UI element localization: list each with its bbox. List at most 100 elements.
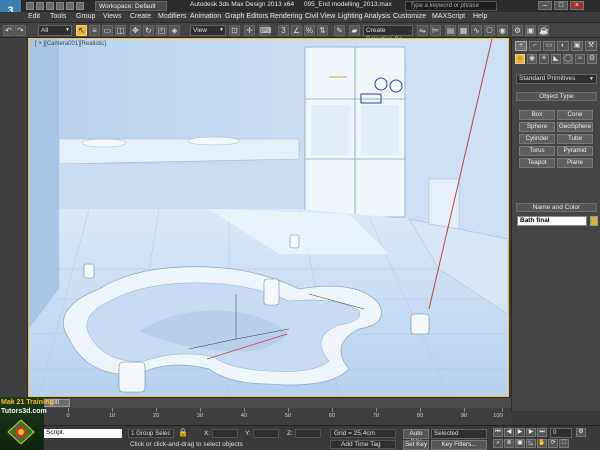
close-button[interactable]: ×	[570, 1, 584, 10]
object-name-field[interactable]: Bath final	[517, 216, 587, 226]
set-key-button[interactable]: Set Key	[403, 440, 429, 450]
modify-tab[interactable]: ⌐	[529, 41, 541, 51]
geosphere-button[interactable]: GeoSphere	[557, 122, 593, 132]
current-frame-field[interactable]: 0	[550, 428, 572, 438]
search-input[interactable]: Type a keyword or phrase	[405, 1, 497, 11]
space-warps-icon[interactable]: ≈	[575, 54, 585, 64]
layer-manager-icon[interactable]: ▤	[445, 25, 456, 36]
time-slider[interactable]: 0 / 100	[28, 397, 511, 408]
percent-snap-icon[interactable]: %	[304, 25, 315, 36]
save-file-icon[interactable]	[46, 2, 54, 10]
named-selection-icon[interactable]: ▰	[349, 25, 360, 36]
torus-button[interactable]: Torus	[519, 146, 555, 156]
render-setup-icon[interactable]: ⚙	[512, 25, 523, 36]
create-tab[interactable]: +	[515, 41, 527, 51]
motion-tab[interactable]: ◐	[557, 41, 569, 51]
key-filters-button[interactable]: Key Filters...	[431, 440, 487, 450]
cone-button[interactable]: Cone	[557, 110, 593, 120]
menu-create[interactable]: Create	[130, 13, 151, 20]
selection-filter-dropdown[interactable]: All ▼	[38, 25, 72, 36]
geometry-icon[interactable]: ○	[515, 54, 525, 64]
previous-frame-icon[interactable]: ◀	[504, 428, 514, 437]
viewport-label[interactable]: [ + ][Camera001][Realistic]	[35, 41, 106, 47]
object-type-rollout-header[interactable]: Object Type	[516, 92, 597, 101]
object-color-swatch[interactable]	[590, 216, 598, 226]
menu-animation[interactable]: Animation	[190, 13, 221, 20]
z-coord-field[interactable]	[295, 429, 321, 438]
auto-key-button[interactable]: Auto Key	[403, 429, 429, 445]
box-button[interactable]: Box	[519, 110, 555, 120]
maxscript-listener-field[interactable]: Script.	[44, 429, 122, 438]
menu-modifiers[interactable]: Modifiers	[158, 13, 186, 20]
play-icon[interactable]: ▶	[515, 428, 525, 437]
open-file-icon[interactable]	[36, 2, 44, 10]
rotate-icon[interactable]: ↻	[143, 25, 154, 36]
camera-viewport[interactable]: [ + ][Camera001][Realistic]	[28, 38, 509, 397]
teapot-button[interactable]: Teapot	[519, 158, 555, 168]
lock-selection-icon[interactable]: 🔒	[178, 428, 188, 437]
undo-icon[interactable]: ↶	[3, 25, 14, 36]
tube-button[interactable]: Tube	[557, 134, 593, 144]
pan-icon[interactable]: ✋	[537, 439, 547, 448]
goto-end-icon[interactable]: ⏭	[537, 428, 547, 437]
zoom-icon[interactable]: ⌕	[493, 439, 503, 448]
undo-icon[interactable]	[56, 2, 64, 10]
menu-help[interactable]: Help	[473, 13, 487, 20]
menu-edit[interactable]: Edit	[28, 13, 40, 20]
x-coord-field[interactable]	[212, 429, 238, 438]
named-selection-sets-dropdown[interactable]: Create Selection Se	[363, 25, 413, 43]
hierarchy-tab[interactable]: ▭	[543, 41, 555, 51]
field-of-view-icon[interactable]: ◺	[526, 439, 536, 448]
maximize-viewport-icon[interactable]: ⛶	[559, 439, 569, 448]
menu-civil-view[interactable]: Civil View	[305, 13, 335, 20]
systems-icon[interactable]: ⚙	[587, 54, 597, 64]
edit-named-selection-icon[interactable]: ✎	[334, 25, 345, 36]
window-crossing-icon[interactable]: ◫	[115, 25, 126, 36]
rendered-frame-window-icon[interactable]: ▣	[525, 25, 536, 36]
time-config-icon[interactable]: ⚙	[576, 428, 586, 437]
minimize-button[interactable]: –	[538, 1, 552, 10]
goto-start-icon[interactable]: ⏮	[493, 428, 503, 437]
display-tab[interactable]: ▣	[571, 41, 583, 51]
shapes-icon[interactable]: ◉	[527, 54, 537, 64]
material-editor-icon[interactable]: ◉	[497, 25, 508, 36]
track-bar[interactable]: 0 10 20 30 40 50 60 70 80 90 100	[28, 408, 511, 425]
menu-views[interactable]: Views	[103, 13, 122, 20]
zoom-all-icon[interactable]: ⊕	[504, 439, 514, 448]
orbit-icon[interactable]: ⟳	[548, 439, 558, 448]
sphere-button[interactable]: Sphere	[519, 122, 555, 132]
menu-group[interactable]: Group	[76, 13, 95, 20]
selection-region-icon[interactable]: ▭	[102, 25, 113, 36]
select-by-name-icon[interactable]: ≡	[89, 25, 100, 36]
menu-maxscript[interactable]: MAXScript	[432, 13, 465, 20]
reference-coordinate-dropdown[interactable]: View ▼	[190, 25, 226, 36]
y-coord-field[interactable]	[253, 429, 279, 438]
spinner-snap-icon[interactable]: ⇅	[317, 25, 328, 36]
select-manipulate-icon[interactable]: ✛	[244, 25, 255, 36]
scale-icon[interactable]: ◰	[156, 25, 167, 36]
move-icon[interactable]: ✥	[130, 25, 141, 36]
redo-icon[interactable]: ↷	[15, 25, 26, 36]
redo-icon[interactable]	[66, 2, 74, 10]
angle-snap-icon[interactable]: ∠	[291, 25, 302, 36]
snaps-toggle-icon[interactable]: 3	[278, 25, 289, 36]
select-object-icon[interactable]: ↖	[76, 25, 87, 36]
name-and-color-rollout-header[interactable]: Name and Color	[516, 203, 597, 212]
zoom-extents-icon[interactable]: ▣	[515, 439, 525, 448]
menu-tools[interactable]: Tools	[50, 13, 66, 20]
curve-editor-icon[interactable]: ∿	[471, 25, 482, 36]
plane-button[interactable]: Plane	[557, 158, 593, 168]
schematic-view-icon[interactable]: ⎔	[484, 25, 495, 36]
next-frame-icon[interactable]: ▶	[526, 428, 536, 437]
menu-customize[interactable]: Customize	[393, 13, 426, 20]
cylinder-button[interactable]: Cylinder	[519, 134, 555, 144]
workspace-dropdown[interactable]: Workspace: Default	[95, 1, 167, 11]
lights-icon[interactable]: ☀	[539, 54, 549, 64]
menu-graph-editors[interactable]: Graph Editors	[225, 13, 268, 20]
select-place-icon[interactable]: ◈	[169, 25, 180, 36]
graphite-ribbon-icon[interactable]: ▦	[458, 25, 469, 36]
project-folder-icon[interactable]	[76, 2, 84, 10]
primitive-type-dropdown[interactable]: Standard Primitives ▼	[516, 74, 597, 84]
new-file-icon[interactable]	[26, 2, 34, 10]
render-production-icon[interactable]: ☕	[538, 25, 549, 36]
